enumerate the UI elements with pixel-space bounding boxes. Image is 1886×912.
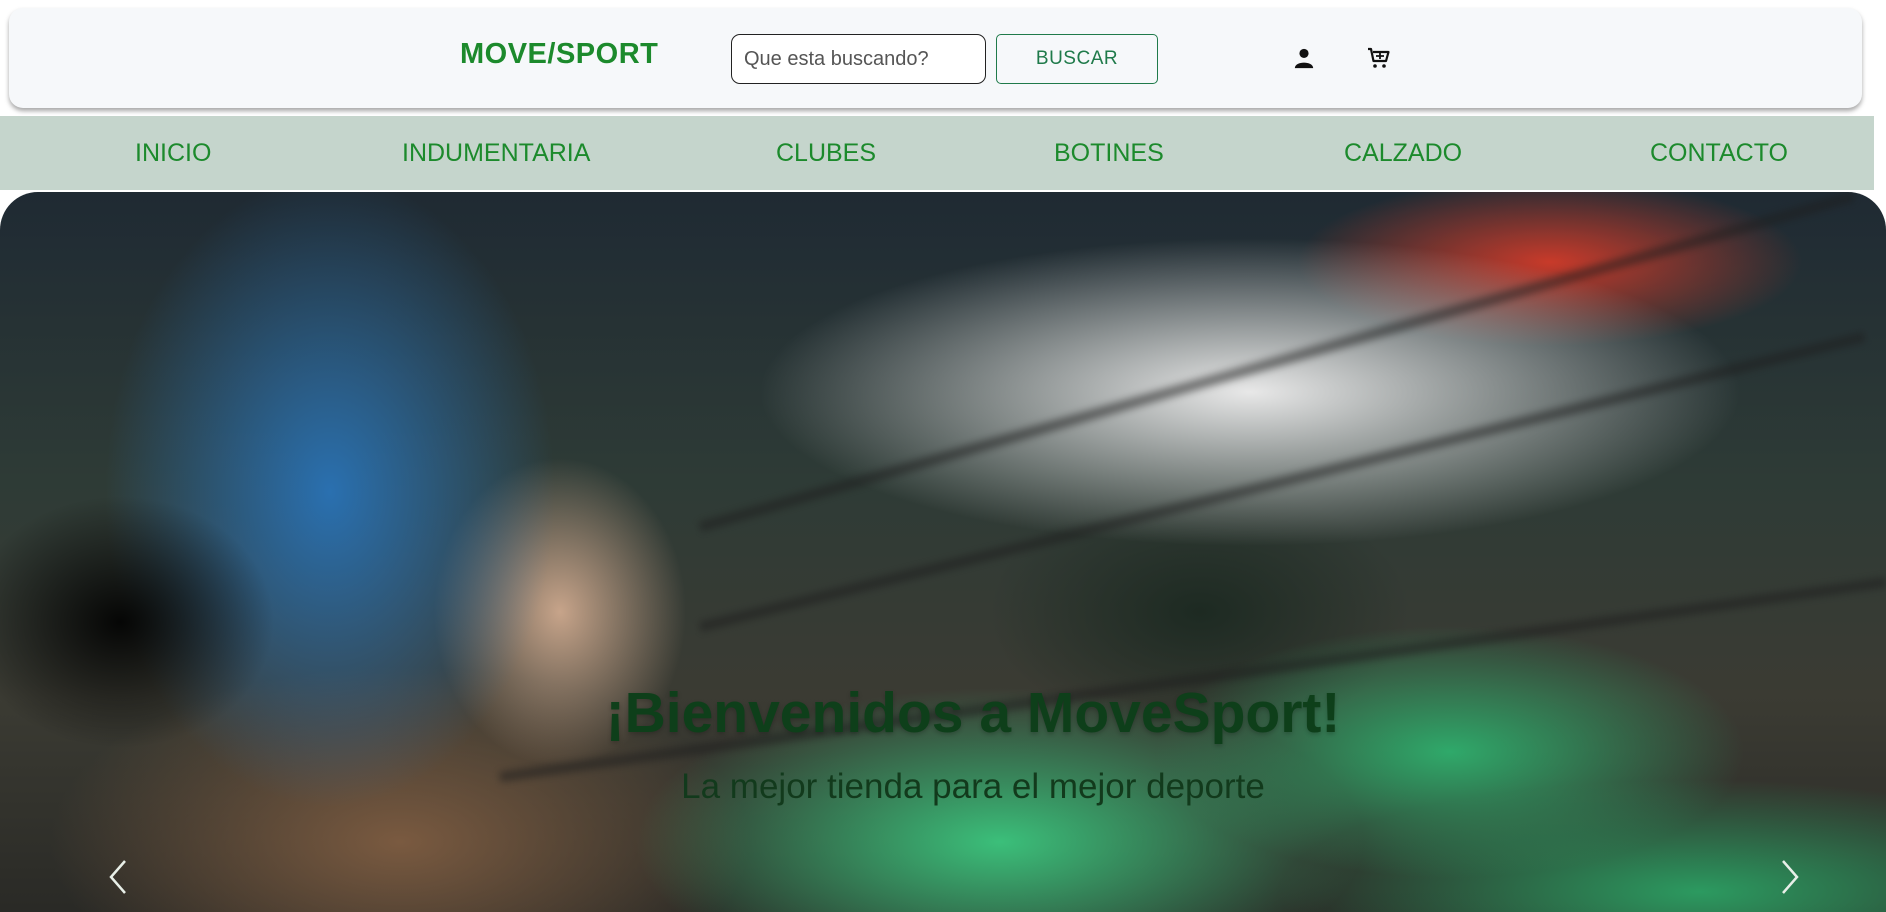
user-icon [1294, 48, 1314, 69]
search-input[interactable] [731, 34, 986, 84]
nav-item-contacto[interactable]: CONTACTO [1650, 116, 1788, 190]
chevron-left-icon [109, 860, 126, 894]
hero-subtitle: La mejor tienda para el mejor deporte [681, 767, 1265, 806]
hero-carousel: ¡Bienvenidos a MoveSport! La mejor tiend… [0, 192, 1886, 912]
site-logo[interactable]: MOVE/SPORT [460, 38, 658, 71]
search-button[interactable]: BUSCAR [996, 34, 1158, 84]
carousel-next-button[interactable] [1771, 852, 1811, 902]
main-nav: INICIO INDUMENTARIA CLUBES BOTINES CALZA… [0, 116, 1874, 190]
nav-item-calzado[interactable]: CALZADO [1344, 116, 1462, 190]
carousel-prev-button[interactable] [97, 852, 137, 902]
chevron-right-icon [1782, 860, 1799, 894]
nav-item-inicio[interactable]: INICIO [135, 116, 211, 190]
user-account-button[interactable] [1290, 44, 1318, 72]
cart-icon [1368, 47, 1390, 68]
cart-button[interactable] [1365, 44, 1393, 72]
nav-item-clubes[interactable]: CLUBES [776, 116, 876, 190]
nav-item-botines[interactable]: BOTINES [1054, 116, 1164, 190]
top-header: MOVE/SPORT BUSCAR [9, 8, 1862, 108]
hero-title: ¡Bienvenidos a MoveSport! [605, 681, 1341, 745]
nav-item-indumentaria[interactable]: INDUMENTARIA [402, 116, 590, 190]
